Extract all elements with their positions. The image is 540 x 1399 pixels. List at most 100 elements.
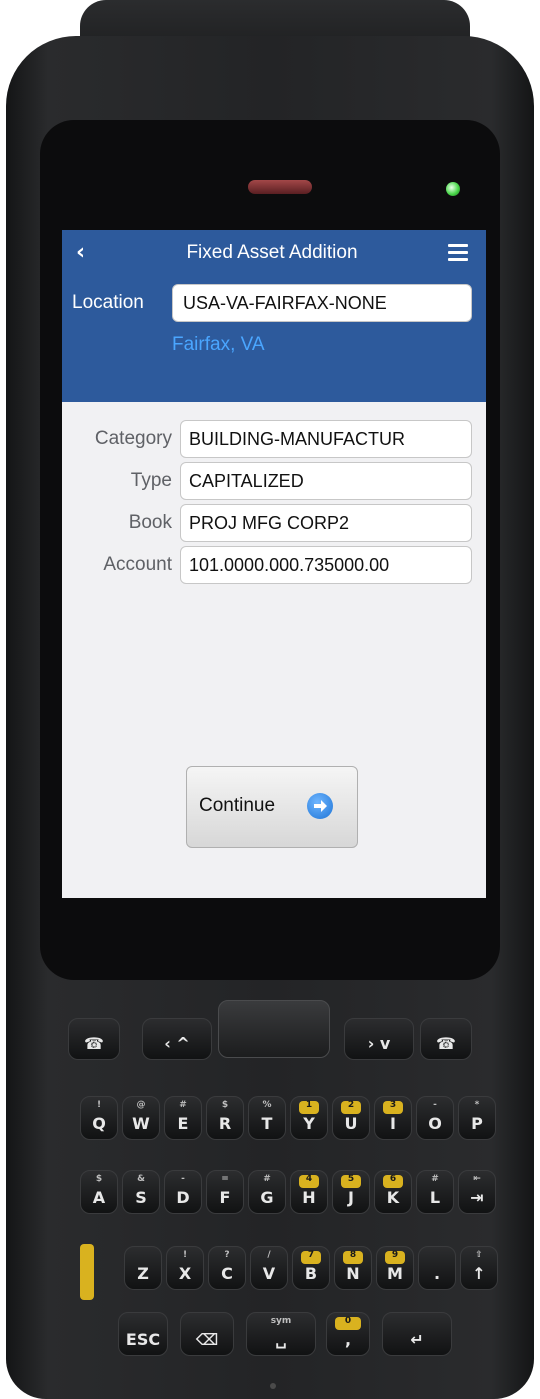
- key-a[interactable]: $ A: [80, 1170, 118, 1214]
- nav-down-key[interactable]: › v: [344, 1018, 414, 1060]
- key-primary-label: Z: [137, 1264, 149, 1283]
- key-[interactable]: ⇧ ↑: [460, 1246, 498, 1290]
- type-input[interactable]: CAPITALIZED: [180, 462, 472, 500]
- key-primary-label: .: [433, 1264, 441, 1283]
- key-secondary-label: #: [179, 1100, 187, 1110]
- key-m[interactable]: 9M: [376, 1246, 414, 1290]
- key-secondary-label: 4: [305, 1174, 313, 1184]
- key-primary-label: I: [390, 1114, 396, 1133]
- book-label: Book: [128, 512, 172, 533]
- key-primary-label: ESC: [125, 1330, 161, 1349]
- key-r[interactable]: $ R: [206, 1096, 244, 1140]
- key-primary-label: ,: [344, 1330, 352, 1349]
- key-secondary-label: -: [433, 1100, 437, 1110]
- key-primary-label: T: [261, 1114, 273, 1133]
- key-secondary-label: 7: [307, 1250, 315, 1260]
- nav-center-key[interactable]: [218, 1000, 330, 1058]
- key-t[interactable]: % T: [248, 1096, 286, 1140]
- key-primary-label: A: [92, 1188, 106, 1207]
- key-primary-label: R: [218, 1114, 232, 1133]
- key-k[interactable]: 6K: [374, 1170, 412, 1214]
- key-v[interactable]: / V: [250, 1246, 288, 1290]
- key-primary-label: U: [344, 1114, 358, 1133]
- yellow-shift-key[interactable]: [80, 1244, 94, 1300]
- key-secondary-label: !: [96, 1100, 102, 1110]
- key-secondary-label: $: [95, 1174, 103, 1184]
- key-d[interactable]: -D: [164, 1170, 202, 1214]
- category-input[interactable]: BUILDING-MANUFACTUR: [180, 420, 472, 458]
- key-b[interactable]: 7B: [292, 1246, 330, 1290]
- key-g[interactable]: # G: [248, 1170, 286, 1214]
- key-s[interactable]: & S: [122, 1170, 160, 1214]
- key-secondary-label: $: [221, 1100, 229, 1110]
- key-secondary-label: sym: [270, 1316, 292, 1326]
- key-secondary-label: 2: [347, 1100, 355, 1110]
- call-key[interactable]: ☎: [68, 1018, 120, 1060]
- key-primary-label: ␣: [275, 1330, 287, 1349]
- key-primary-label: ⌫: [195, 1330, 219, 1349]
- speaker-grille: [248, 180, 312, 194]
- key-[interactable]: .: [418, 1246, 456, 1290]
- key-primary-label: ⇥: [470, 1188, 484, 1207]
- key-primary-label: O: [428, 1114, 442, 1133]
- key-e[interactable]: # E: [164, 1096, 202, 1140]
- key-secondary-label: 3: [389, 1100, 397, 1110]
- account-input[interactable]: 101.0000.000.735000.00: [180, 546, 472, 584]
- location-description: Fairfax, VA: [172, 334, 265, 355]
- key-primary-label: P: [471, 1114, 483, 1133]
- key-secondary-label: =: [221, 1174, 229, 1184]
- status-led: [446, 182, 460, 196]
- key-primary-label: J: [348, 1188, 354, 1207]
- esc-key[interactable]: ESC: [118, 1312, 168, 1356]
- key-primary-label: B: [304, 1264, 318, 1283]
- key-h[interactable]: 4H: [290, 1170, 328, 1214]
- key-q[interactable]: ! Q: [80, 1096, 118, 1140]
- key-p[interactable]: * P: [458, 1096, 496, 1140]
- key-z[interactable]: Z: [124, 1246, 162, 1290]
- space-key[interactable]: sym ␣: [246, 1312, 316, 1356]
- key-primary-label: X: [178, 1264, 192, 1283]
- key-secondary-label: 6: [389, 1174, 397, 1184]
- app-screen: ‹ Fixed Asset Addition Location USA-VA-F…: [62, 230, 486, 898]
- hamburger-menu-icon[interactable]: [448, 244, 468, 261]
- key-[interactable]: ⇤ ⇥: [458, 1170, 496, 1214]
- comma-key[interactable]: 0,: [326, 1312, 370, 1356]
- key-secondary-label: 5: [347, 1174, 355, 1184]
- key-secondary-label: 8: [349, 1250, 357, 1260]
- key-primary-label: K: [386, 1188, 400, 1207]
- key-u[interactable]: 2U: [332, 1096, 370, 1140]
- key-i[interactable]: 3I: [374, 1096, 412, 1140]
- key-primary-label: M: [387, 1264, 403, 1283]
- hardware-keypad: ☎ ‹ ^ › v ☎ ! Q @ W # E $ R% T 1 Y 2 U 3 I - O * P $ A & S - D =…: [40, 1000, 500, 1356]
- key-l[interactable]: # L: [416, 1170, 454, 1214]
- key-primary-label: ↵: [410, 1330, 424, 1349]
- key-w[interactable]: @ W: [122, 1096, 160, 1140]
- key-secondary-label: &: [137, 1174, 145, 1184]
- key-f[interactable]: = F: [206, 1170, 244, 1214]
- arrow-right-circle-icon: [307, 793, 333, 819]
- key-secondary-label: -: [181, 1174, 185, 1184]
- nav-up-key[interactable]: ‹ ^: [142, 1018, 212, 1060]
- end-call-key[interactable]: ☎: [420, 1018, 472, 1060]
- app-header: ‹ Fixed Asset Addition Location USA-VA-F…: [62, 230, 486, 402]
- key-c[interactable]: ? C: [208, 1246, 246, 1290]
- key-y[interactable]: 1Y: [290, 1096, 328, 1140]
- key-primary-label: N: [346, 1264, 360, 1283]
- key-n[interactable]: 8N: [334, 1246, 372, 1290]
- type-label: Type: [130, 470, 172, 491]
- key-secondary-label: #: [431, 1174, 439, 1184]
- key-o[interactable]: -O: [416, 1096, 454, 1140]
- continue-button-label: Continue: [199, 795, 276, 816]
- backspace-key[interactable]: ⌫: [180, 1312, 234, 1356]
- key-primary-label: L: [429, 1188, 441, 1207]
- enter-key[interactable]: ↵: [382, 1312, 452, 1356]
- chevron-left-icon[interactable]: ‹: [76, 240, 94, 266]
- continue-button[interactable]: Continue: [186, 766, 358, 848]
- key-j[interactable]: 5J: [332, 1170, 370, 1214]
- location-input[interactable]: USA-VA-FAIRFAX-NONE: [172, 284, 472, 322]
- key-secondary-label: 0: [344, 1316, 352, 1326]
- key-primary-label: W: [132, 1114, 150, 1133]
- handheld-device: ‹ Fixed Asset Addition Location USA-VA-F…: [0, 0, 540, 1399]
- key-x[interactable]: ! X: [166, 1246, 204, 1290]
- book-input[interactable]: PROJ MFG CORP2: [180, 504, 472, 542]
